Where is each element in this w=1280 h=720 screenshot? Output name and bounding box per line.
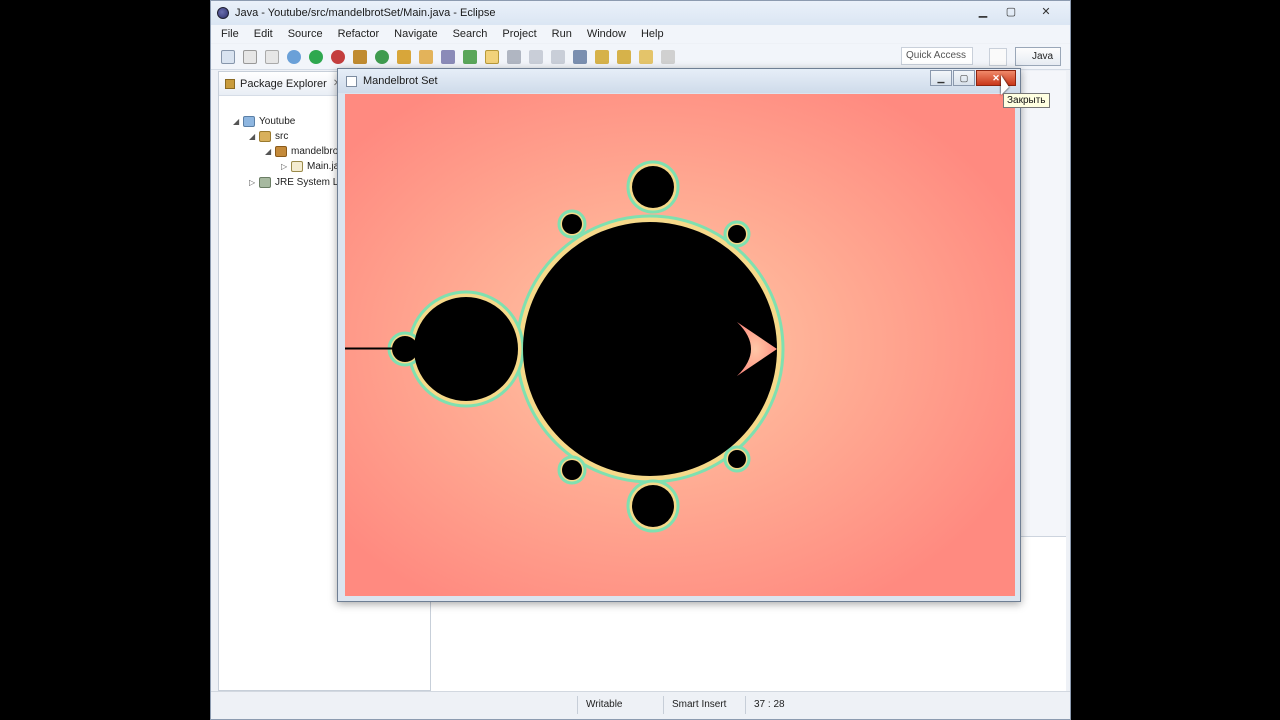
library-icon	[259, 177, 271, 188]
forward-arrow-icon[interactable]	[661, 49, 675, 64]
save-all-icon[interactable]	[265, 49, 279, 64]
block-selection-icon[interactable]	[507, 49, 521, 64]
tree-item-src[interactable]: ◢ src	[249, 129, 288, 144]
main-toolbar: Quick Access Java	[211, 44, 1070, 70]
expand-arrow-icon[interactable]: ◢	[233, 117, 243, 126]
next-annotation-icon[interactable]	[573, 49, 587, 64]
back-arrow-icon[interactable]	[639, 49, 653, 64]
quick-access-field[interactable]: Quick Access	[901, 47, 973, 65]
debug-icon[interactable]	[287, 49, 301, 64]
save-icon[interactable]	[243, 49, 257, 64]
expand-arrow-icon[interactable]: ◢	[265, 147, 275, 156]
status-bar: Writable Smart Insert 37 : 28	[211, 691, 1070, 719]
toggle-annotation-icon[interactable]	[463, 49, 477, 64]
mouse-cursor-icon	[1001, 75, 1009, 95]
package-explorer-label: Package Explorer	[240, 77, 327, 90]
expand-arrow-icon[interactable]: ◢	[249, 132, 259, 141]
mark-occurrences-icon[interactable]	[485, 49, 499, 64]
search-icon[interactable]	[441, 49, 455, 64]
last-edit-icon[interactable]	[617, 49, 631, 64]
mandelbrot-canvas[interactable]	[345, 94, 1015, 596]
new-icon[interactable]	[221, 49, 235, 64]
show-whitespace-icon[interactable]	[529, 49, 543, 64]
mandelbrot-window: Mandelbrot Set ▁ ▢ ✕	[337, 68, 1021, 602]
mandelbrot-window-title: Mandelbrot Set	[363, 75, 438, 87]
new-package-icon[interactable]	[353, 49, 367, 64]
mandelbrot-titlebar[interactable]: Mandelbrot Set ▁ ▢ ✕	[338, 69, 1020, 93]
external-tools-icon[interactable]	[331, 49, 345, 64]
menu-source[interactable]: Source	[288, 28, 323, 40]
status-cursor-position: 37 : 28	[745, 696, 835, 714]
new-class-icon[interactable]	[375, 49, 389, 64]
package-icon	[275, 146, 287, 157]
close-button[interactable]: ✕	[976, 70, 1016, 86]
eclipse-window-controls: ▁ ▢ ✕	[970, 3, 1066, 20]
menu-project[interactable]: Project	[502, 28, 536, 40]
java-file-icon	[291, 161, 303, 172]
eclipse-app-icon	[217, 7, 229, 19]
menu-search[interactable]: Search	[453, 28, 488, 40]
package-explorer-icon	[225, 78, 235, 89]
run-icon[interactable]	[309, 49, 323, 64]
menu-refactor[interactable]: Refactor	[338, 28, 380, 40]
open-type-icon[interactable]	[397, 49, 411, 64]
minimize-button[interactable]: ▁	[970, 3, 996, 20]
menu-file[interactable]: File	[221, 28, 239, 40]
minimize-button[interactable]: ▁	[930, 70, 952, 86]
menu-navigate[interactable]: Navigate	[394, 28, 437, 40]
status-writable: Writable	[577, 696, 667, 714]
close-button[interactable]: ✕	[1026, 3, 1066, 20]
mandelbrot-image	[345, 94, 1015, 596]
expand-arrow-icon[interactable]: ▷	[281, 162, 291, 171]
tree-item-label: src	[275, 131, 289, 142]
eclipse-titlebar: Java - Youtube/src/mandelbrotSet/Main.ja…	[211, 1, 1070, 25]
menu-edit[interactable]: Edit	[254, 28, 273, 40]
prev-annotation-icon[interactable]	[595, 49, 609, 64]
window-icon	[346, 75, 357, 87]
menu-window[interactable]: Window	[587, 28, 626, 40]
menubar: File Edit Source Refactor Navigate Searc…	[211, 25, 1070, 43]
java-perspective-button[interactable]: Java	[1015, 47, 1061, 66]
source-folder-icon	[259, 131, 271, 142]
close-tooltip: Закрыть	[1003, 93, 1050, 108]
menu-run[interactable]: Run	[552, 28, 572, 40]
tree-item-label: Youtube	[259, 116, 296, 127]
open-task-icon[interactable]	[419, 49, 433, 64]
menu-help[interactable]: Help	[641, 28, 664, 40]
tree-item-label: mandelbrot	[291, 146, 342, 157]
tree-item-jre-library[interactable]: ▷ JRE System Libr	[249, 175, 349, 190]
open-perspective-button[interactable]	[989, 48, 1007, 66]
show-pilcrow-icon[interactable]	[551, 49, 565, 64]
eclipse-window-title: Java - Youtube/src/mandelbrotSet/Main.ja…	[235, 7, 496, 19]
project-icon	[243, 116, 255, 127]
maximize-button[interactable]: ▢	[953, 70, 975, 86]
expand-arrow-icon[interactable]: ▷	[249, 178, 259, 187]
tree-item-mandelbrot-package[interactable]: ◢ mandelbrot	[265, 144, 341, 159]
maximize-button[interactable]: ▢	[998, 3, 1024, 20]
tree-item-youtube[interactable]: ◢ Youtube	[233, 114, 295, 129]
